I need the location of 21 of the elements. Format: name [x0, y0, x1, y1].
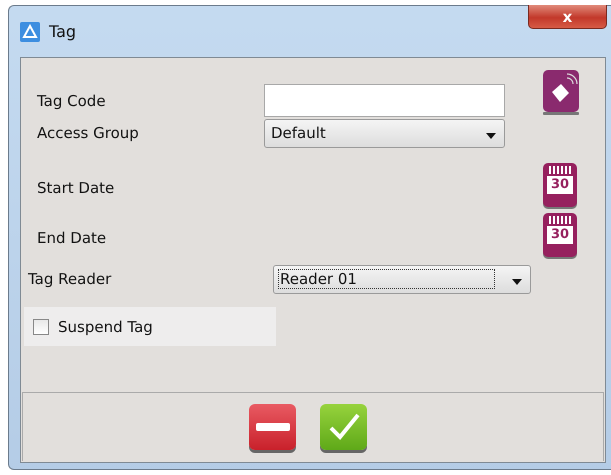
input-field[interactable]: [264, 84, 505, 117]
app-icon: [20, 22, 40, 42]
checkbox-label: Suspend Tag: [58, 318, 153, 336]
dropdown[interactable]: Default: [264, 118, 505, 148]
checkbox[interactable]: [33, 318, 49, 334]
close-button[interactable]: x: [528, 5, 607, 29]
tag-icon[interactable]: [543, 70, 579, 116]
field-label: Tag Reader: [27, 270, 112, 288]
window-title: Tag: [49, 22, 76, 41]
cancel-button[interactable]: [249, 404, 296, 450]
checkmark-icon: [326, 412, 360, 442]
calendar-icon[interactable]: 30: [543, 213, 577, 257]
field-label: End Date: [36, 229, 108, 247]
field-label: Tag Code: [36, 92, 107, 110]
field-label: Access Group: [36, 124, 140, 142]
field-label: Start Date: [36, 179, 116, 197]
caret-icon: [512, 279, 522, 285]
dropdown[interactable]: Reader 01: [273, 264, 531, 294]
confirm-button[interactable]: [320, 404, 367, 450]
caret-icon: [486, 133, 496, 139]
calendar-icon[interactable]: 30: [543, 163, 577, 207]
